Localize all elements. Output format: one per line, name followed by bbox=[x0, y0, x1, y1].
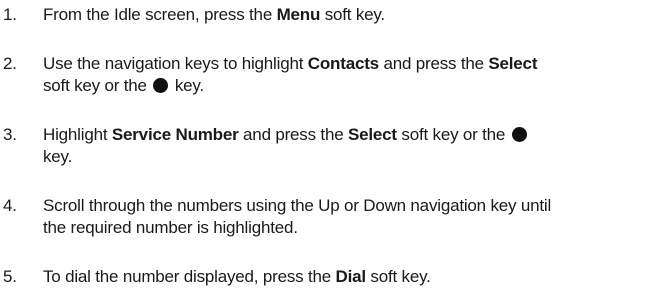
select-key-label: Select bbox=[348, 125, 397, 144]
step-text: Highlight Service Number and press the S… bbox=[43, 124, 643, 168]
step-text: Use the navigation keys to highlight Con… bbox=[43, 53, 643, 97]
step-text-segment: Use the navigation keys to highlight bbox=[43, 54, 308, 73]
step-line: key. bbox=[43, 146, 643, 168]
step-line: soft key or the key. bbox=[43, 75, 643, 97]
step-number: 1. bbox=[3, 5, 17, 24]
step-number: 2. bbox=[3, 54, 17, 73]
step-line: the required number is highlighted. bbox=[43, 218, 298, 237]
step-line: Scroll through the numbers using the Up … bbox=[43, 196, 552, 215]
dial-key-label: Dial bbox=[335, 267, 367, 286]
menu-key-label: Menu bbox=[276, 5, 321, 24]
step-text-segment: soft key. bbox=[320, 5, 385, 24]
step-text: From the Idle screen, press the Menu sof… bbox=[43, 4, 643, 26]
step-text-segment: soft key or the bbox=[396, 125, 510, 144]
step-line: Use the navigation keys to highlight Con… bbox=[43, 53, 643, 75]
step-text-segment: and press the bbox=[378, 54, 489, 73]
step-text-segment: Highlight bbox=[43, 125, 112, 144]
step-text: To dial the number displayed, press the … bbox=[43, 266, 643, 288]
contacts-label: Contacts bbox=[307, 54, 379, 73]
step-number: 5. bbox=[3, 267, 17, 286]
step-text-segment: and press the bbox=[238, 125, 348, 144]
step-text-segment: soft key. bbox=[365, 267, 431, 286]
step-text: Scroll through the numbers using the Up … bbox=[43, 195, 643, 239]
step-number: 3. bbox=[3, 125, 17, 144]
select-key-dot-icon bbox=[511, 127, 527, 142]
step-line: Highlight Service Number and press the S… bbox=[43, 124, 643, 146]
step-text-segment: soft key or the bbox=[43, 76, 152, 95]
select-key-dot-icon bbox=[153, 78, 169, 93]
step-number: 4. bbox=[3, 196, 17, 215]
step-text-segment: key. bbox=[170, 76, 204, 95]
service-number-label: Service Number bbox=[111, 125, 239, 144]
step-text-segment: key. bbox=[43, 147, 73, 166]
select-key-label: Select bbox=[488, 54, 538, 73]
step-text-segment: From the Idle screen, press the bbox=[43, 5, 277, 24]
step-text-segment: To dial the number displayed, press the bbox=[43, 267, 336, 286]
